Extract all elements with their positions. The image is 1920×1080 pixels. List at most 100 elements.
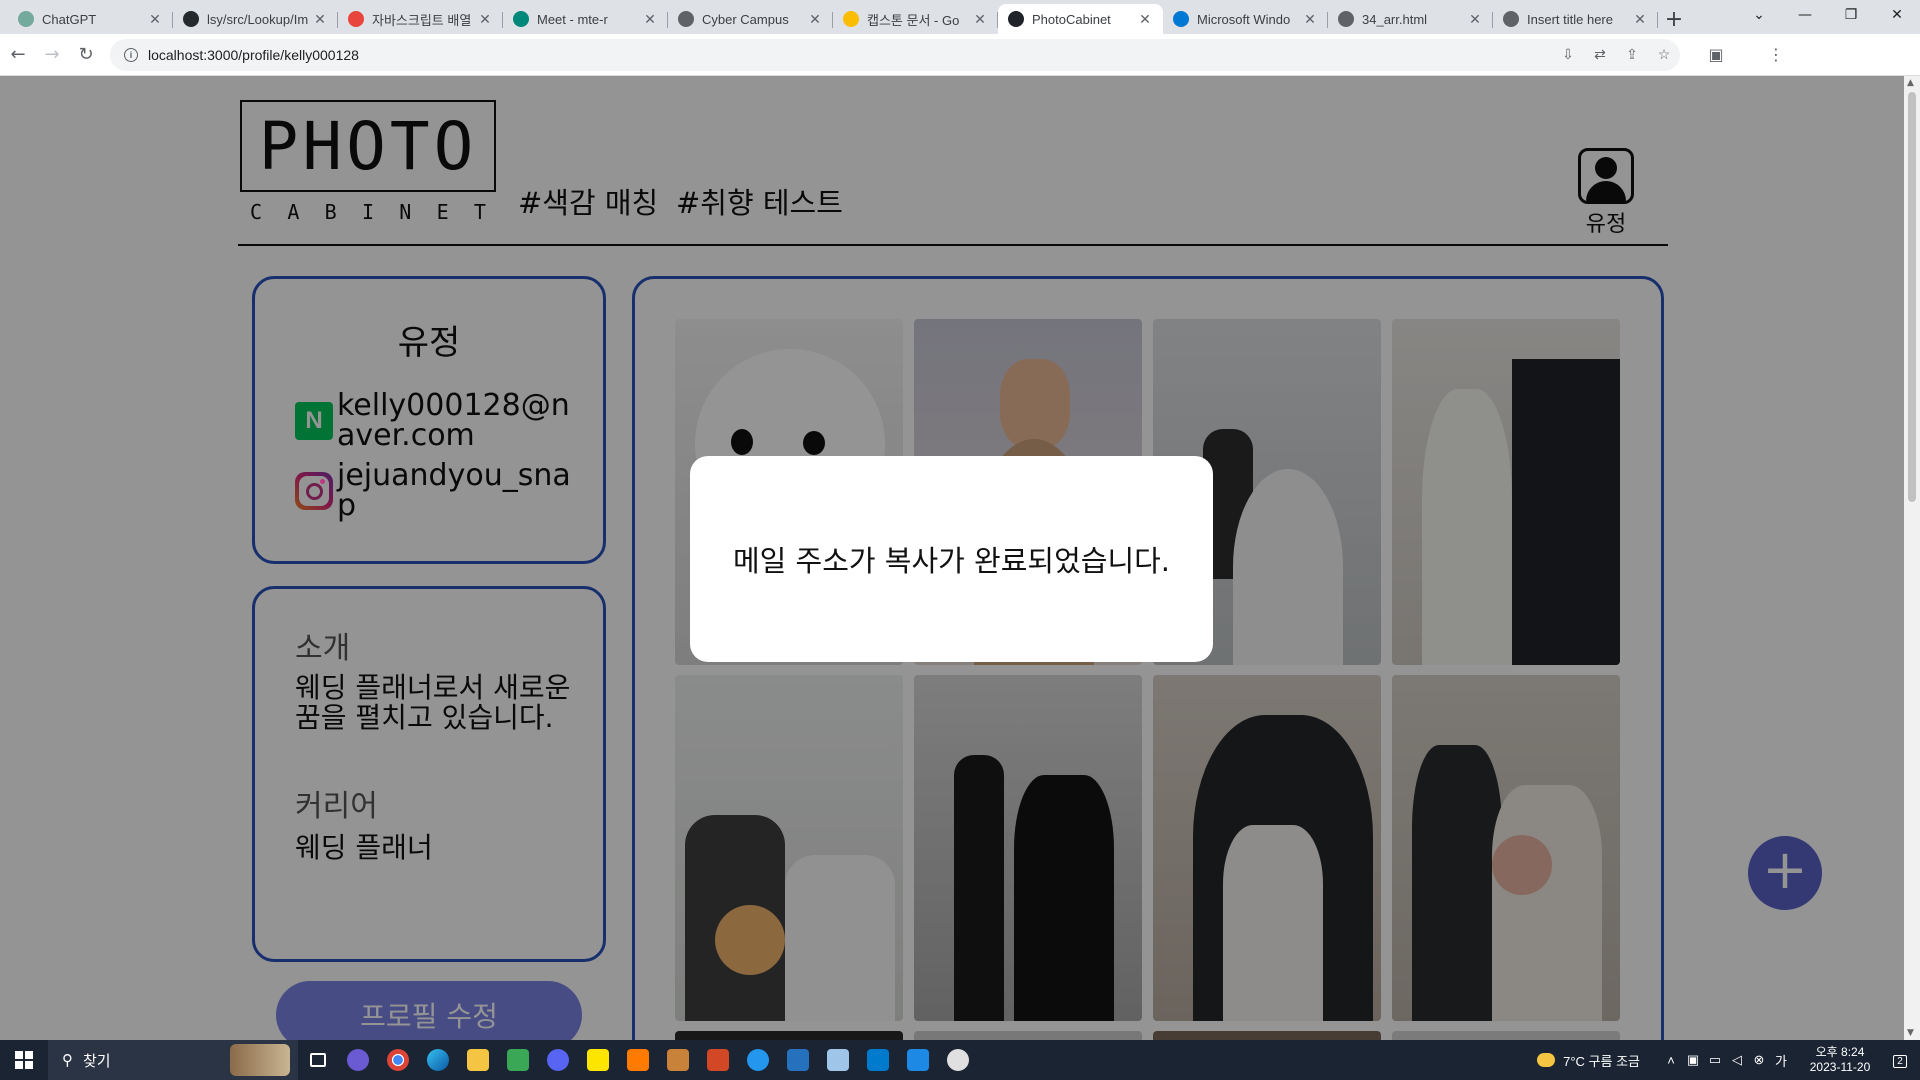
tab-title: Meet - mte-r: [537, 11, 608, 27]
task-view-icon[interactable]: [298, 1040, 338, 1080]
close-tab-icon[interactable]: ✕: [312, 11, 328, 28]
close-window-icon[interactable]: ✕: [1874, 0, 1920, 30]
close-tab-icon[interactable]: ✕: [807, 11, 823, 28]
app-icon[interactable]: [498, 1040, 538, 1080]
tab-search-icon[interactable]: ⌄: [1736, 0, 1782, 30]
taskbar-search[interactable]: ⚲ 찾기: [48, 1040, 298, 1080]
close-tab-icon[interactable]: ✕: [972, 11, 988, 28]
tab-title: Insert title here: [1527, 11, 1613, 27]
copy-confirmation-modal[interactable]: 메일 주소가 복사가 완료되었습니다.: [690, 456, 1213, 662]
tab-title: lsy/src/Lookup/Im: [207, 11, 309, 27]
taskbar: ⚲ 찾기 7°C 구름 조금 ˄ ▣ ▭ ◁ ⊗ 가 오후 8:24 2023-…: [0, 1040, 1920, 1080]
app-icon[interactable]: [618, 1040, 658, 1080]
tab-title: Cyber Campus: [702, 11, 789, 27]
side-panel-icon[interactable]: ▣: [1700, 39, 1732, 71]
tray-status-icon[interactable]: ⊗: [1748, 1052, 1770, 1068]
app-icon[interactable]: [338, 1040, 378, 1080]
close-tab-icon[interactable]: ✕: [1632, 11, 1648, 28]
edge-icon[interactable]: [418, 1040, 458, 1080]
forward-icon[interactable]: →: [36, 39, 68, 71]
close-tab-icon[interactable]: ✕: [1467, 11, 1483, 28]
app-icon[interactable]: [938, 1040, 978, 1080]
tab-title: Microsoft Windo: [1197, 11, 1291, 27]
app-icon[interactable]: [898, 1040, 938, 1080]
browser-tab[interactable]: Cyber Campus ✕: [668, 4, 833, 34]
drive-icon: [843, 11, 859, 27]
url-text[interactable]: localhost:3000/profile/kelly000128: [148, 47, 1552, 63]
browser-tab[interactable]: Insert title here ✕: [1493, 4, 1658, 34]
vscode-icon[interactable]: [858, 1040, 898, 1080]
close-tab-icon[interactable]: ✕: [1302, 11, 1318, 28]
globe-icon: [1338, 11, 1354, 27]
powershell-icon[interactable]: [778, 1040, 818, 1080]
search-placeholder: 찾기: [83, 1051, 111, 1070]
site-info-icon[interactable]: i: [124, 47, 138, 62]
weather-icon: [1537, 1053, 1556, 1067]
scroll-up-icon[interactable]: ▲: [1907, 78, 1914, 88]
app-icon[interactable]: [658, 1040, 698, 1080]
clock-date: 2023-11-20: [1809, 1060, 1871, 1074]
chrome-icon[interactable]: [378, 1040, 418, 1080]
toolbar: ← → ↻ i localhost:3000/profile/kelly0001…: [0, 34, 1920, 76]
reload-icon[interactable]: ↻: [70, 39, 102, 71]
install-icon[interactable]: ⇩: [1552, 46, 1584, 63]
address-bar[interactable]: i localhost:3000/profile/kelly000128 ⇩ ⇄…: [110, 38, 1680, 71]
share-icon[interactable]: ⇪: [1616, 46, 1648, 63]
browser-tab[interactable]: 자바스크립트 배열 ✕: [338, 4, 503, 34]
tab-title: PhotoCabinet: [1032, 11, 1111, 27]
file-explorer-icon[interactable]: [458, 1040, 498, 1080]
github-icon: [183, 11, 199, 27]
browser-tab[interactable]: PhotoCabinet ✕: [998, 4, 1163, 34]
tab-title: 34_arr.html: [1362, 11, 1428, 27]
notification-center-icon[interactable]: 2: [1880, 1052, 1920, 1068]
app-icon[interactable]: [818, 1040, 858, 1080]
minimize-icon[interactable]: —: [1782, 0, 1828, 30]
tray-app-icon[interactable]: ▣: [1682, 1052, 1704, 1068]
clock[interactable]: 오후 8:24 2023-11-20: [1800, 1045, 1880, 1075]
scroll-down-icon[interactable]: ▼: [1907, 1028, 1914, 1038]
weather-widget[interactable]: 7°C 구름 조금: [1537, 1051, 1640, 1070]
ime-icon[interactable]: 가: [1770, 1051, 1792, 1070]
weather-text: 7°C 구름 조금: [1563, 1053, 1640, 1069]
tab-strip: ChatGPT ✕ lsy/src/Lookup/Im ✕ 자바스크립트 배열 ✕ Meet…: [0, 0, 1920, 34]
globe-icon: [678, 11, 694, 27]
restore-icon[interactable]: ❐: [1828, 0, 1874, 30]
browser-tab[interactable]: Meet - mte-r ✕: [503, 4, 668, 34]
vertical-scrollbar[interactable]: ▲ ▼: [1904, 76, 1920, 1040]
browser-tab[interactable]: 34_arr.html ✕: [1328, 4, 1493, 34]
close-tab-icon[interactable]: ✕: [642, 11, 658, 28]
kakaotalk-icon[interactable]: [578, 1040, 618, 1080]
clock-time: 오후 8:24: [1815, 1045, 1865, 1059]
browser-tab[interactable]: 캡스톤 문서 - Go ✕: [833, 4, 998, 34]
translate-icon[interactable]: ⇄: [1584, 46, 1616, 63]
scrollbar-thumb[interactable]: [1908, 92, 1916, 502]
search-highlight-image: [230, 1044, 290, 1076]
close-tab-icon[interactable]: ✕: [147, 11, 163, 28]
bookmark-star-icon[interactable]: ☆: [1648, 46, 1680, 63]
system-tray: 7°C 구름 조금 ˄ ▣ ▭ ◁ ⊗ 가 오후 8:24 2023-11-20…: [1537, 1040, 1920, 1080]
close-tab-icon[interactable]: ✕: [477, 11, 493, 28]
network-icon[interactable]: ▭: [1704, 1052, 1726, 1068]
search-icon: ⚲: [62, 1051, 73, 1069]
modal-message: 메일 주소가 복사가 완료되었습니다.: [732, 544, 1171, 578]
discord-icon[interactable]: [538, 1040, 578, 1080]
browser-tab[interactable]: ChatGPT ✕: [8, 4, 173, 34]
browser-tab[interactable]: lsy/src/Lookup/Im ✕: [173, 4, 338, 34]
close-tab-icon[interactable]: ✕: [1137, 11, 1153, 28]
openai-icon: [18, 11, 34, 27]
menu-icon[interactable]: ⋮: [1760, 39, 1792, 71]
notification-count: 2: [1893, 1055, 1907, 1068]
powerpoint-icon[interactable]: [698, 1040, 738, 1080]
windows-start-icon[interactable]: [0, 1040, 48, 1080]
meet-icon: [513, 11, 529, 27]
volume-icon[interactable]: ◁: [1726, 1052, 1748, 1068]
browser-tab[interactable]: Microsoft Windo ✕: [1163, 4, 1328, 34]
page: PHOTO CABINET #색감 매칭 #취향 테스트 유정 유정 N kel…: [0, 76, 1904, 1040]
chevron-up-icon[interactable]: ˄: [1660, 1053, 1682, 1068]
tab-list: ChatGPT ✕ lsy/src/Lookup/Im ✕ 자바스크립트 배열 ✕ Meet…: [0, 0, 1658, 34]
back-icon[interactable]: ←: [2, 39, 34, 71]
globe-icon: [1503, 11, 1519, 27]
tab-title: 캡스톤 문서 - Go: [867, 12, 960, 28]
docker-icon[interactable]: [738, 1040, 778, 1080]
new-tab-button[interactable]: +: [1658, 4, 1690, 34]
